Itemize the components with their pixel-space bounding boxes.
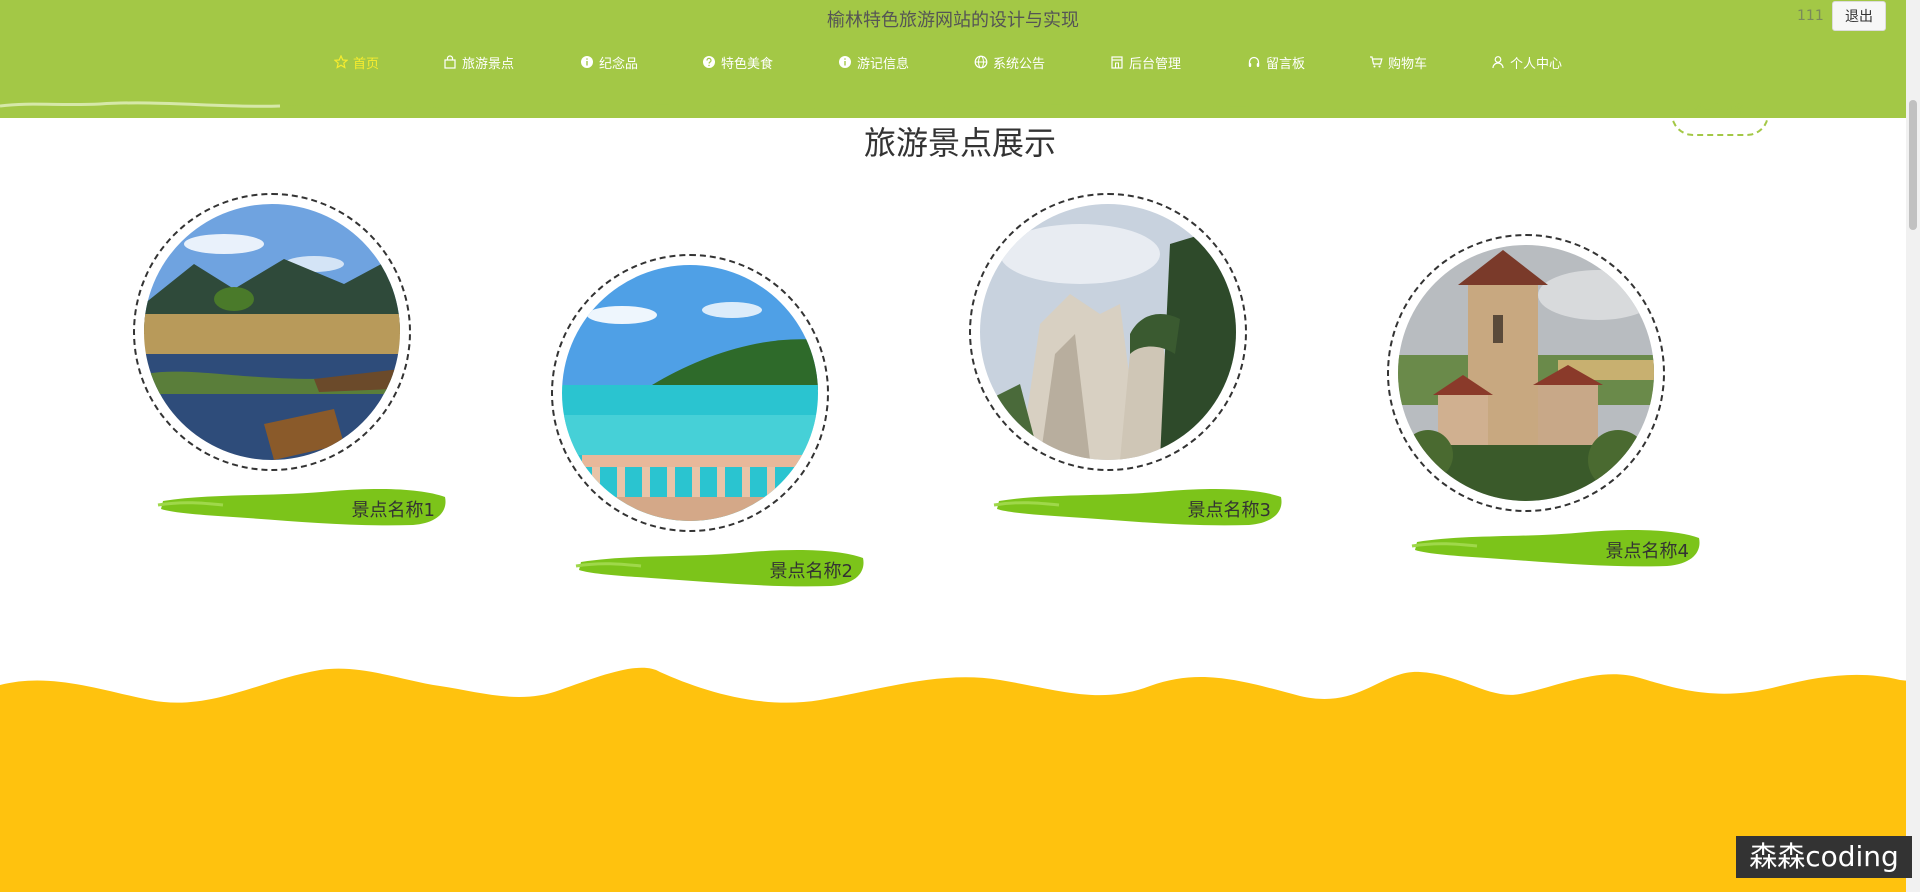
info-circle-icon <box>580 55 594 69</box>
nav-label: 特色美食 <box>721 56 774 72</box>
spot-photo <box>980 204 1236 460</box>
spot-name: 景点名称1 <box>351 500 435 521</box>
site-title: 榆林特色旅游网站的设计与实现 <box>827 10 1079 31</box>
spot-card-3[interactable]: 景点名称3 <box>969 193 1282 526</box>
spot-photo <box>562 265 818 521</box>
nav-label: 个人中心 <box>1510 56 1563 72</box>
user-icon <box>1491 55 1505 69</box>
spot-photo <box>1398 245 1654 501</box>
spot-card-2[interactable]: 景点名称2 <box>551 254 864 587</box>
watermark-label: 森森coding <box>1736 836 1912 878</box>
shop-icon <box>1110 55 1124 69</box>
nav-item-announcements[interactable]: 系统公告 <box>974 52 1045 72</box>
spot-card-1[interactable]: 景点名称1 <box>133 193 446 526</box>
section-title: 旅游景点展示 <box>863 124 1056 162</box>
nav-item-user-center[interactable]: 个人中心 <box>1491 52 1562 72</box>
spot-name: 景点名称3 <box>1187 500 1271 521</box>
star-icon <box>334 55 348 69</box>
nav-label: 留言板 <box>1266 56 1306 72</box>
vertical-scrollbar[interactable] <box>1906 0 1920 892</box>
nav-label: 首页 <box>353 56 380 72</box>
nav-item-scenic-spots[interactable]: 旅游景点 <box>443 52 514 72</box>
info-circle-icon <box>838 55 852 69</box>
nav-item-souvenirs[interactable]: 纪念品 <box>580 52 638 72</box>
nav-item-local-food[interactable]: 特色美食 <box>702 52 773 72</box>
help-circle-icon <box>702 55 716 69</box>
main-nav: 首页 旅游景点 纪念品 特色美食 游记信息 系统公告 后台管理 留言板 购物车 … <box>0 52 1906 72</box>
headset-icon <box>1247 55 1261 69</box>
nav-item-travel-notes[interactable]: 游记信息 <box>838 52 909 72</box>
cart-icon <box>1369 55 1383 69</box>
bag-icon <box>443 55 457 69</box>
spot-card-4[interactable]: 景点名称4 <box>1387 234 1700 567</box>
spot-photo <box>144 204 400 460</box>
spot-name: 景点名称2 <box>769 561 853 582</box>
scrollbar-thumb[interactable] <box>1909 100 1917 230</box>
nav-item-message-board[interactable]: 留言板 <box>1247 52 1305 72</box>
nav-item-home[interactable]: 首页 <box>334 52 379 72</box>
globe-icon <box>974 55 988 69</box>
nav-label: 系统公告 <box>993 56 1046 72</box>
nav-label: 旅游景点 <box>462 56 515 72</box>
footer-wave-decoration <box>0 667 1920 892</box>
spot-name: 景点名称4 <box>1605 541 1689 562</box>
logout-button[interactable]: 退出 <box>1832 1 1886 31</box>
nav-label: 游记信息 <box>857 56 910 72</box>
nav-item-admin[interactable]: 后台管理 <box>1110 52 1181 72</box>
username: 111 <box>1797 8 1824 24</box>
nav-label: 纪念品 <box>599 56 639 72</box>
nav-item-cart[interactable]: 购物车 <box>1369 52 1427 72</box>
nav-label: 购物车 <box>1388 56 1428 72</box>
nav-label: 后台管理 <box>1129 56 1182 72</box>
